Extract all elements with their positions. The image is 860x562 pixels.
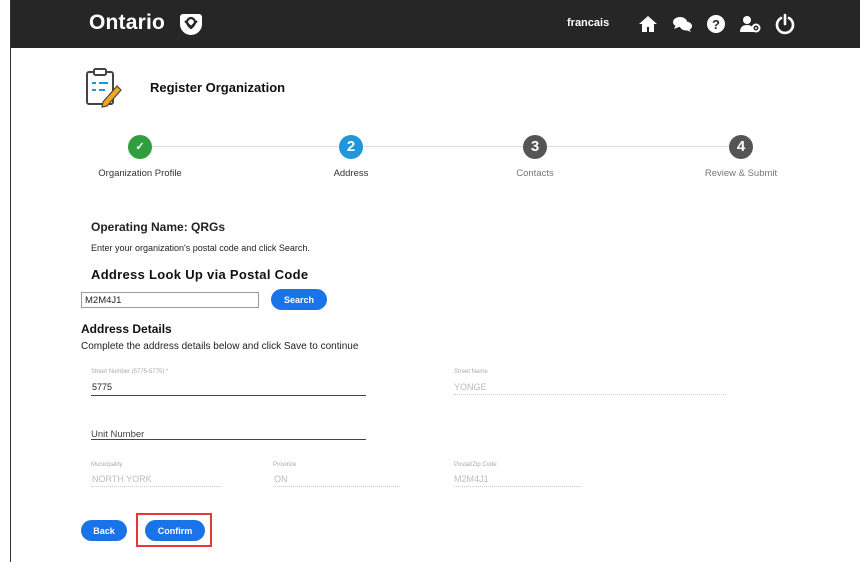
search-button[interactable]: Search [271,289,327,310]
step-2-circle: 2 [339,135,363,159]
step-4-label: Review & Submit [704,168,778,179]
chat-icon[interactable] [671,13,693,35]
municipality-value: NORTH YORK [92,474,152,484]
step-connector [146,146,341,147]
postal-code-input[interactable] [81,292,259,308]
province-label: Province [273,462,297,468]
clipboard-edit-icon [86,68,122,108]
municipality-label: Municipality [91,462,123,468]
postal-instruction: Enter your organization's postal code an… [91,243,310,253]
step-4-circle: 4 [729,135,753,159]
street-name-label: Street Name [454,369,488,375]
step-2-label: Address [333,168,369,179]
street-name-underline [454,394,726,395]
postal-zip-value: M2M4J1 [454,474,489,484]
address-details-heading: Address Details [81,322,172,336]
ontario-logo-text[interactable]: Ontario [89,11,165,35]
francais-link[interactable]: francais [567,17,609,29]
ontario-trillium-icon [180,14,202,36]
back-button[interactable]: Back [81,520,127,541]
svg-text:?: ? [712,17,720,32]
step-1-circle: ✓ [128,135,152,159]
step-3-label: Contacts [516,168,554,179]
step-3-circle: 3 [523,135,547,159]
step-connector [363,146,523,147]
app-frame: Ontario francais ? Register Organization… [10,0,860,562]
home-icon[interactable] [637,13,659,35]
confirm-button[interactable]: Confirm [145,520,205,541]
user-settings-icon[interactable] [739,13,761,35]
step-1-label: Organization Profile [98,168,182,179]
address-details-subtitle: Complete the address details below and c… [81,341,359,352]
lookup-heading: Address Look Up via Postal Code [91,267,309,282]
province-value: ON [274,474,288,484]
province-underline [273,486,400,487]
municipality-underline [91,486,221,487]
power-icon[interactable] [774,13,796,35]
help-icon[interactable]: ? [705,13,727,35]
street-name-value: YONGE [454,382,487,392]
step-connector [547,146,729,147]
operating-name: Operating Name: QRGs [91,220,226,234]
page-title: Register Organization [150,80,286,95]
postal-zip-underline [454,486,581,487]
street-number-underline [91,395,366,396]
street-number-label: Street Number (5775-5775) * [91,369,169,375]
unit-number-underline [91,439,366,440]
postal-zip-label: Postal/Zip Code [454,462,497,468]
top-bar: Ontario francais ? [11,0,860,48]
street-number-value[interactable]: 5775 [92,382,112,392]
